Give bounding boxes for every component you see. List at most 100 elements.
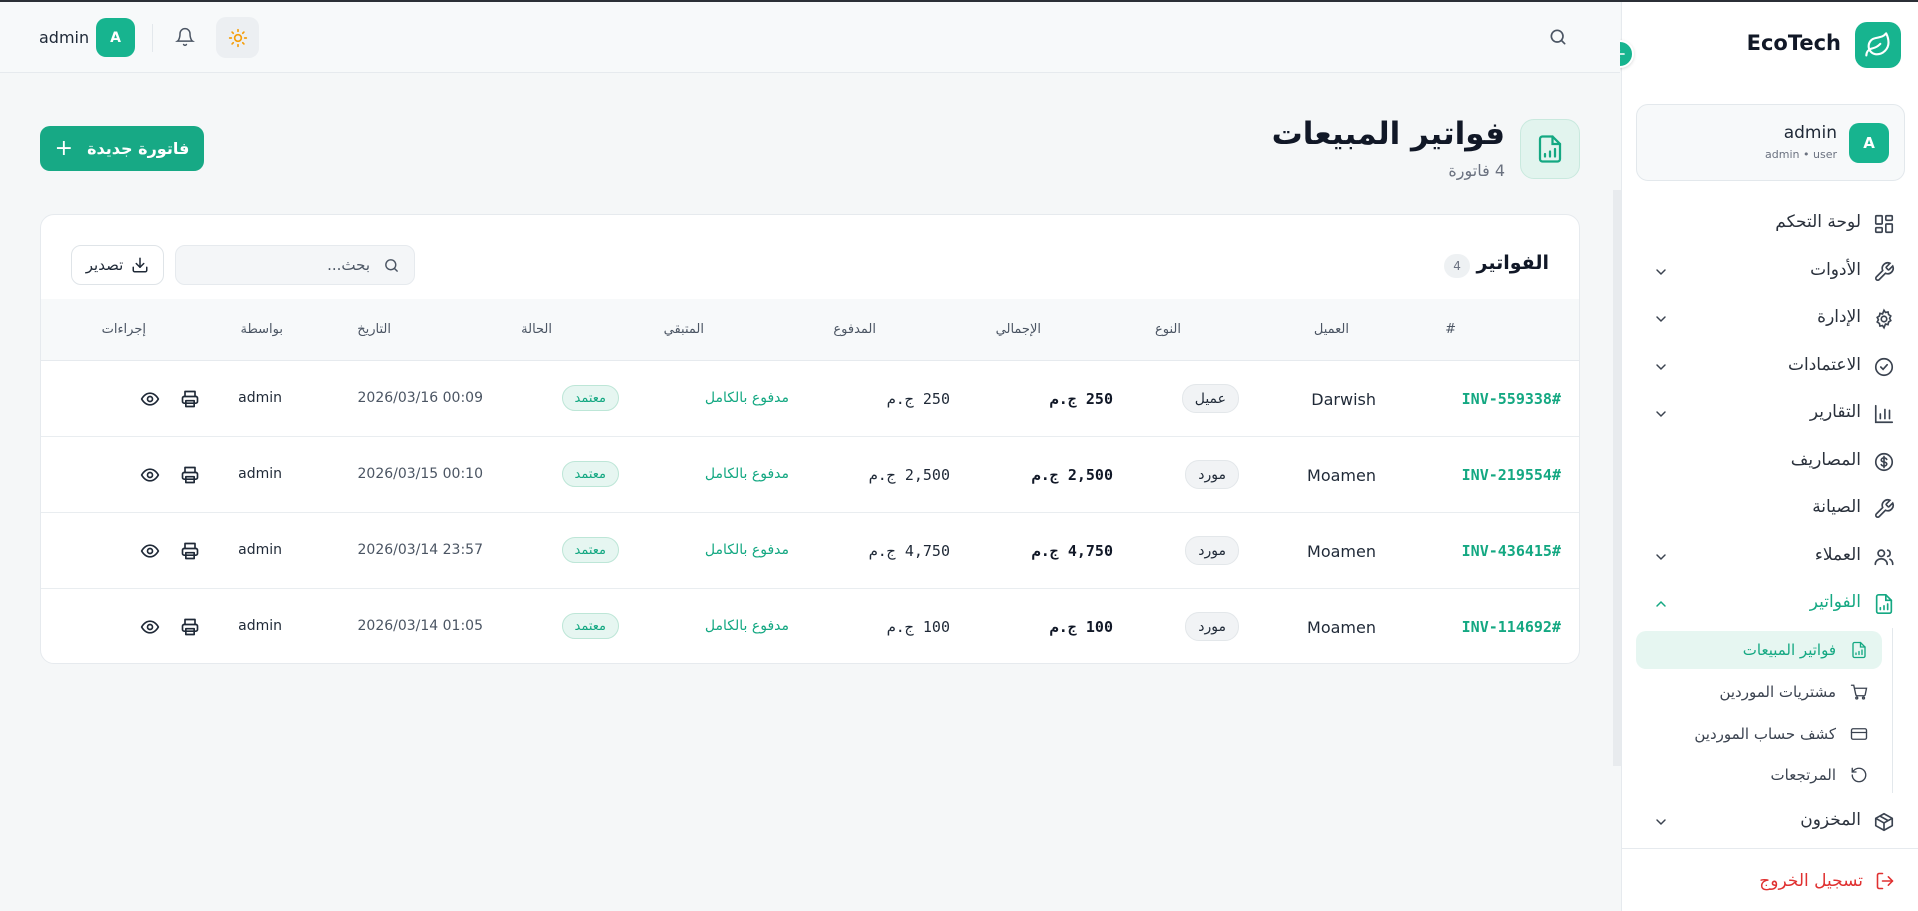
eye-icon[interactable]: [140, 389, 160, 409]
created-by: admin: [238, 466, 282, 482]
sidebar-item-tools[interactable]: الأدوات: [1621, 248, 1918, 296]
scrollbar[interactable]: [1613, 190, 1621, 766]
credit-card-icon: [1850, 727, 1868, 740]
paid-amount: 2,500 ج.م: [868, 466, 950, 484]
total-amount: 2,500 ج.م: [1031, 466, 1113, 484]
logout-label: تسجيل الخروج: [1759, 871, 1863, 891]
sidebar-item-label: لوحة التحكم: [1775, 212, 1861, 232]
eye-icon[interactable]: [140, 541, 160, 561]
cart-icon: [1850, 684, 1868, 700]
sidebar-item-label: المصاريف: [1790, 449, 1861, 470]
remaining-amount: مدفوع بالكامل: [704, 466, 789, 482]
invoices-subnav: فواتير المبيعات مشتريات الموردين كشف حسا…: [1621, 627, 1918, 798]
client-name: Moamen: [1307, 542, 1376, 561]
logout-button[interactable]: تسجيل الخروج: [1621, 848, 1918, 911]
col-header-client: العميل: [1313, 322, 1349, 337]
dashboard-icon: [1874, 214, 1894, 234]
gear-icon: [1876, 308, 1892, 330]
eye-icon[interactable]: [140, 617, 160, 637]
sidebar-subitem-returns[interactable]: المرتجعات: [1636, 756, 1882, 794]
sidebar-subitem-sales-invoices[interactable]: فواتير المبيعات: [1636, 630, 1882, 669]
sidebar-subitem-supplier-statement[interactable]: كشف حساب الموردين: [1636, 715, 1882, 753]
printer-icon[interactable]: [180, 465, 200, 485]
sidebar-item-maintenance[interactable]: الصيانة: [1621, 485, 1918, 533]
col-header-date: التاريخ: [357, 322, 391, 337]
type-badge: مورد: [1185, 460, 1239, 489]
table-row[interactable]: INV-219554# Moamen مورد 2,500 ج.م 2,500 …: [41, 437, 1579, 513]
total-amount: 250 ج.م: [1049, 390, 1113, 408]
plus-icon: +: [54, 135, 74, 161]
user-card[interactable]: A admin admin • user: [1636, 104, 1905, 181]
remaining-amount: مدفوع بالكامل: [704, 390, 789, 406]
avatar: A: [1849, 123, 1889, 163]
sidebar-item-label: الصيانة: [1812, 497, 1861, 517]
topbar-username[interactable]: admin: [39, 28, 89, 47]
col-header-paid: المدفوع: [833, 322, 876, 337]
search-box[interactable]: [175, 245, 415, 285]
table-row[interactable]: INV-114692# Moamen مورد 100 ج.م 100 ج.م …: [41, 589, 1579, 663]
sidebar-item-label: العملاء: [1814, 544, 1861, 565]
subnav-guide-line: [1892, 627, 1893, 793]
bell-icon[interactable]: [175, 27, 195, 47]
theme-toggle-button[interactable]: [216, 17, 259, 58]
count-badge: 4: [1444, 254, 1470, 278]
invoice-number-link[interactable]: INV-219554#: [1462, 466, 1561, 484]
export-button[interactable]: تصدير: [71, 245, 164, 285]
sidebar-nav: لوحة التحكم الأدوات الإدارة الاعتمادات ا…: [1621, 200, 1918, 845]
chevron-down-icon: [1656, 316, 1666, 323]
sidebar-item-inventory[interactable]: المخزون: [1621, 798, 1918, 846]
client-name: Moamen: [1307, 618, 1376, 637]
bar-chart-icon: [1874, 404, 1894, 424]
created-by: admin: [238, 390, 282, 406]
printer-icon[interactable]: [180, 617, 200, 637]
sidebar-item-reports[interactable]: التقارير: [1621, 390, 1918, 438]
new-invoice-label: فاتورة جديدة: [87, 139, 190, 158]
table-row[interactable]: INV-559338# Darwish عميل 250 ج.م 250 ج.م…: [41, 361, 1579, 437]
sidebar-item-label: الإدارة: [1817, 307, 1861, 327]
sidebar-item-clients[interactable]: العملاء: [1621, 533, 1918, 581]
avatar[interactable]: A: [96, 18, 135, 57]
total-amount: 4,750 ج.م: [1031, 542, 1113, 560]
sidebar-subitem-label: كشف حساب الموردين: [1694, 724, 1836, 743]
export-label: تصدير: [85, 256, 124, 274]
chevron-down-icon: [1656, 363, 1666, 370]
sidebar-item-label: الأدوات: [1810, 259, 1861, 280]
printer-icon[interactable]: [180, 389, 200, 409]
chevron-down-icon: [1656, 411, 1666, 418]
invoice-number-link[interactable]: INV-436415#: [1462, 542, 1561, 560]
new-invoice-button[interactable]: + فاتورة جديدة: [40, 126, 204, 171]
type-badge: مورد: [1185, 612, 1239, 641]
invoice-number-link[interactable]: INV-114692#: [1462, 618, 1561, 636]
table-row[interactable]: INV-436415# Moamen مورد 4,750 ج.م 4,750 …: [41, 513, 1579, 589]
sidebar-item-invoices[interactable]: الفواتير: [1621, 580, 1918, 628]
invoice-chart-icon: [1538, 135, 1562, 163]
paid-amount: 100 ج.م: [886, 618, 950, 636]
printer-icon[interactable]: [180, 541, 200, 561]
sidebar-item-label: المخزون: [1800, 809, 1861, 830]
user-name: admin: [1783, 123, 1837, 143]
users-icon: [1874, 548, 1894, 565]
search-icon[interactable]: [1548, 27, 1568, 47]
status-badge: معتمد: [561, 461, 619, 487]
logout-icon: [1876, 872, 1894, 890]
search-input[interactable]: [176, 246, 414, 284]
invoice-number-link[interactable]: INV-559338#: [1462, 390, 1561, 408]
package-icon: [1874, 812, 1894, 831]
col-header-actions: إجراءات: [101, 322, 146, 337]
sidebar-subitem-supplier-purchases[interactable]: مشتريات الموردين: [1636, 673, 1882, 711]
sidebar-subitem-label: المرتجعات: [1770, 765, 1836, 784]
created-by: admin: [238, 618, 282, 634]
download-icon: [132, 257, 148, 273]
client-name: Darwish: [1311, 390, 1376, 409]
sidebar-item-label: التقارير: [1809, 402, 1861, 422]
col-header-total: الإجمالي: [995, 322, 1041, 337]
col-header-type: النوع: [1155, 322, 1181, 337]
chevron-down-icon: [1656, 268, 1666, 275]
leaf-icon: [1855, 22, 1901, 68]
eye-icon[interactable]: [140, 465, 160, 485]
sidebar-subitem-label: فواتير المبيعات: [1742, 640, 1836, 659]
sidebar-item-management[interactable]: الإدارة: [1621, 295, 1918, 343]
sidebar-item-approvals[interactable]: الاعتمادات: [1621, 343, 1918, 391]
sidebar-item-dashboard[interactable]: لوحة التحكم: [1621, 200, 1918, 248]
sidebar-item-expenses[interactable]: المصاريف: [1621, 438, 1918, 486]
